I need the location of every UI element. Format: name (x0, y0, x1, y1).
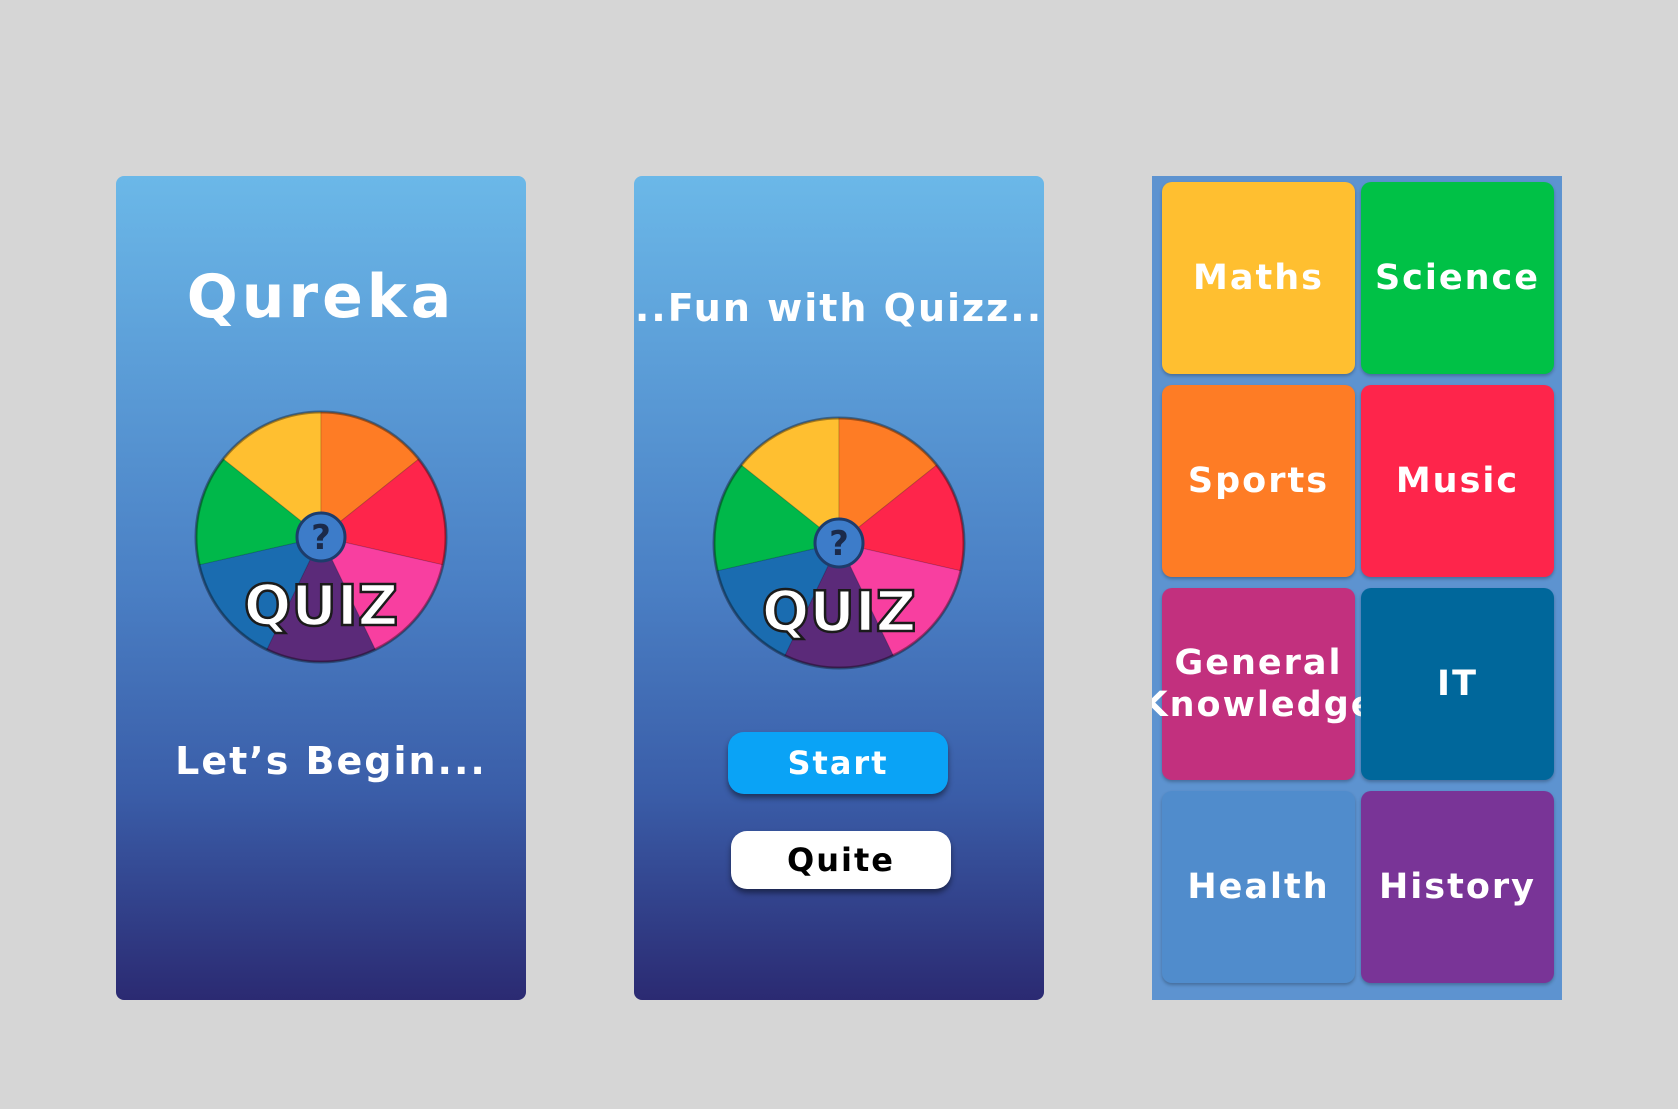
quiz-badge-text: QUIZ (244, 574, 399, 639)
question-mark-icon: ? (311, 518, 331, 558)
category-tile-science[interactable]: Science (1361, 182, 1554, 374)
category-label: Health (1187, 867, 1330, 907)
category-label: General Knowledge (1152, 643, 1377, 725)
app-logo: Qureka (186, 262, 456, 332)
category-tile-music[interactable]: Music (1361, 385, 1554, 577)
category-tile-history[interactable]: History (1361, 791, 1554, 983)
begin-text: Let’s Begin... (175, 739, 487, 783)
category-tile-general-knowledge[interactable]: General Knowledge (1152, 588, 1375, 780)
category-label: Sports (1187, 461, 1330, 501)
splash-screen: Qureka ? QUIZ Let’s Begin... (116, 176, 526, 1000)
start-button[interactable]: Start (728, 732, 948, 794)
category-label: IT (1437, 664, 1478, 704)
category-screen: Maths Science Sports Music General Knowledge… (1152, 176, 1562, 1000)
category-tile-maths[interactable]: Maths (1162, 182, 1355, 374)
question-mark-icon: ? (829, 524, 849, 564)
category-tile-health[interactable]: Health (1162, 791, 1355, 983)
category-label: Science (1374, 258, 1541, 298)
category-label: History (1379, 867, 1536, 907)
category-label: Maths (1193, 258, 1324, 298)
category-grid: Maths Science Sports Music General Knowledge… (1152, 182, 1554, 983)
quit-button[interactable]: Quite (731, 831, 951, 889)
screen-heading: ..Fun with Quizz.. (634, 286, 1044, 330)
start-screen: ..Fun with Quizz.. ? QUIZ Start Quite (634, 176, 1044, 1000)
quiz-wheel-logo: ? QUIZ (712, 416, 966, 670)
quiz-wheel-logo: ? QUIZ (194, 410, 448, 664)
category-tile-sports[interactable]: Sports (1162, 385, 1355, 577)
category-label: Music (1395, 461, 1520, 501)
category-tile-it[interactable]: IT (1361, 588, 1554, 780)
quiz-badge-text: QUIZ (762, 580, 917, 645)
